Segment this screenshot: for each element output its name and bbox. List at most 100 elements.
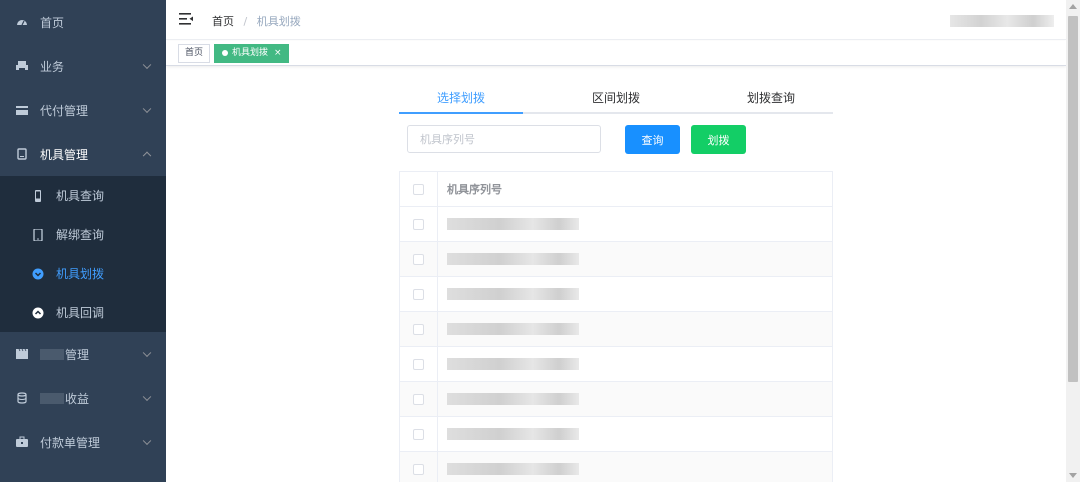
tags-view: 首页 机具划拨 × bbox=[166, 41, 1066, 66]
navbar: 首页 / 机具划拨 bbox=[166, 0, 1066, 40]
serial-redacted bbox=[447, 253, 579, 265]
chevron-up-icon bbox=[142, 151, 152, 161]
row-check-cell bbox=[400, 347, 438, 381]
redacted-text bbox=[40, 348, 64, 360]
row-check-cell bbox=[400, 312, 438, 346]
row-check-cell bbox=[400, 277, 438, 311]
sidebar-item-device[interactable]: 机具管理 bbox=[0, 132, 166, 176]
circle-up-icon bbox=[32, 307, 44, 319]
clapper-icon bbox=[16, 348, 28, 360]
table-row[interactable] bbox=[400, 417, 832, 452]
sidebar-item-label: 解绑查询 bbox=[56, 228, 105, 242]
scroll-up-arrow-icon[interactable] bbox=[1069, 4, 1077, 9]
table-row[interactable] bbox=[400, 207, 832, 242]
serial-redacted bbox=[447, 358, 579, 370]
tag-label: 机具划拨 bbox=[232, 48, 269, 58]
sidebar-item-label: 机具管理 bbox=[40, 147, 89, 162]
tag-home[interactable]: 首页 bbox=[178, 44, 211, 63]
breadcrumb-separator: / bbox=[243, 15, 248, 28]
table-header-row: 机具序列号 bbox=[400, 172, 832, 207]
serial-number-input[interactable] bbox=[407, 125, 601, 153]
row-check-cell bbox=[400, 452, 438, 482]
row-check-cell bbox=[400, 207, 438, 241]
table-row[interactable] bbox=[400, 452, 832, 482]
serial-redacted bbox=[447, 393, 579, 405]
page-scrollbar[interactable] bbox=[1066, 0, 1080, 482]
close-icon[interactable]: × bbox=[274, 48, 282, 58]
sidebar-item-device-query[interactable]: 机具查询 bbox=[0, 176, 166, 215]
row-checkbox[interactable] bbox=[413, 428, 424, 440]
device-icon bbox=[16, 148, 28, 160]
database-icon bbox=[16, 392, 28, 404]
chevron-down-icon bbox=[142, 348, 152, 358]
sidebar-item-label: 首页 bbox=[40, 15, 65, 30]
active-dot-icon bbox=[222, 49, 228, 56]
wallet-icon bbox=[16, 104, 28, 116]
sidebar: 首页 业务 代付管理 机具管理 机具查询 解绑查询 机具划拨 机具回调 管理 收… bbox=[0, 0, 166, 482]
serial-redacted bbox=[447, 288, 579, 300]
scroll-down-arrow-icon[interactable] bbox=[1069, 473, 1077, 478]
table-row[interactable] bbox=[400, 277, 832, 312]
serial-redacted bbox=[447, 428, 579, 440]
breadcrumb: 首页 / 机具划拨 bbox=[212, 13, 301, 29]
sidebar-item-label: 机具划拨 bbox=[56, 267, 105, 281]
table-row[interactable] bbox=[400, 347, 832, 382]
column-header-serial: 机具序列号 bbox=[447, 183, 502, 196]
sidebar-item-unbind-query[interactable]: 解绑查询 bbox=[0, 215, 166, 254]
select-all-cell bbox=[400, 172, 438, 206]
table-row[interactable] bbox=[400, 382, 832, 417]
tag-device-transfer[interactable]: 机具划拨 × bbox=[214, 44, 289, 63]
sidebar-item-home[interactable]: 首页 bbox=[0, 0, 166, 44]
sidebar-item-payment-order[interactable]: 付款单管理 bbox=[0, 420, 166, 464]
sidebar-item-label: 机具回调 bbox=[56, 306, 105, 320]
tag-label: 首页 bbox=[185, 48, 204, 58]
row-checkbox[interactable] bbox=[413, 288, 424, 300]
sidebar-item-label: 机具查询 bbox=[56, 189, 105, 203]
serial-redacted bbox=[447, 463, 579, 475]
transfer-tabs: 选择划拨 区间划拨 划拨查询 bbox=[399, 84, 833, 114]
row-checkbox[interactable] bbox=[413, 393, 424, 405]
query-button[interactable]: 查询 bbox=[625, 125, 680, 154]
sidebar-item-income[interactable]: 收益 bbox=[0, 376, 166, 420]
sidebar-item-device-recall[interactable]: 机具回调 bbox=[0, 293, 166, 332]
sidebar-item-label: 收益 bbox=[65, 391, 90, 406]
tab-range-transfer[interactable]: 区间划拨 bbox=[554, 84, 678, 112]
sidebar-item-payment[interactable]: 代付管理 bbox=[0, 88, 166, 132]
device-submenu: 机具查询 解绑查询 机具划拨 机具回调 bbox=[0, 176, 166, 332]
row-checkbox[interactable] bbox=[413, 358, 424, 370]
row-check-cell bbox=[400, 417, 438, 451]
sidebar-item-manage[interactable]: 管理 bbox=[0, 332, 166, 376]
breadcrumb-current: 机具划拨 bbox=[256, 15, 301, 28]
transfer-button[interactable]: 划拨 bbox=[691, 125, 746, 154]
serial-redacted bbox=[447, 323, 579, 335]
row-checkbox[interactable] bbox=[413, 323, 424, 335]
scroll-thumb[interactable] bbox=[1068, 16, 1078, 382]
row-checkbox[interactable] bbox=[413, 218, 424, 230]
device-table: 机具序列号 bbox=[399, 171, 833, 482]
row-checkbox[interactable] bbox=[413, 463, 424, 475]
sidebar-item-label: 业务 bbox=[40, 59, 65, 74]
phone-icon bbox=[32, 189, 44, 202]
breadcrumb-home[interactable]: 首页 bbox=[212, 15, 234, 28]
chevron-down-icon bbox=[142, 392, 152, 402]
tab-select-transfer[interactable]: 选择划拨 bbox=[399, 84, 523, 112]
select-all-checkbox[interactable] bbox=[413, 183, 424, 195]
row-checkbox[interactable] bbox=[413, 253, 424, 265]
user-info-redacted[interactable] bbox=[950, 15, 1054, 27]
hamburger-icon[interactable] bbox=[179, 13, 193, 25]
tab-active-indicator bbox=[399, 112, 523, 114]
briefcase-icon bbox=[16, 436, 28, 448]
sidebar-item-label: 代付管理 bbox=[40, 103, 89, 118]
sidebar-item-business[interactable]: 业务 bbox=[0, 44, 166, 88]
sidebar-item-device-transfer[interactable]: 机具划拨 bbox=[0, 254, 166, 293]
sidebar-item-label: 管理 bbox=[65, 347, 90, 362]
printer-icon bbox=[16, 60, 28, 72]
serial-redacted bbox=[447, 218, 579, 230]
tablet-icon bbox=[32, 228, 44, 241]
redacted-text bbox=[40, 392, 64, 404]
circle-down-icon bbox=[32, 268, 44, 280]
table-row[interactable] bbox=[400, 242, 832, 277]
table-row[interactable] bbox=[400, 312, 832, 347]
tab-transfer-query[interactable]: 划拨查询 bbox=[709, 84, 833, 112]
dashboard-icon bbox=[16, 16, 28, 28]
